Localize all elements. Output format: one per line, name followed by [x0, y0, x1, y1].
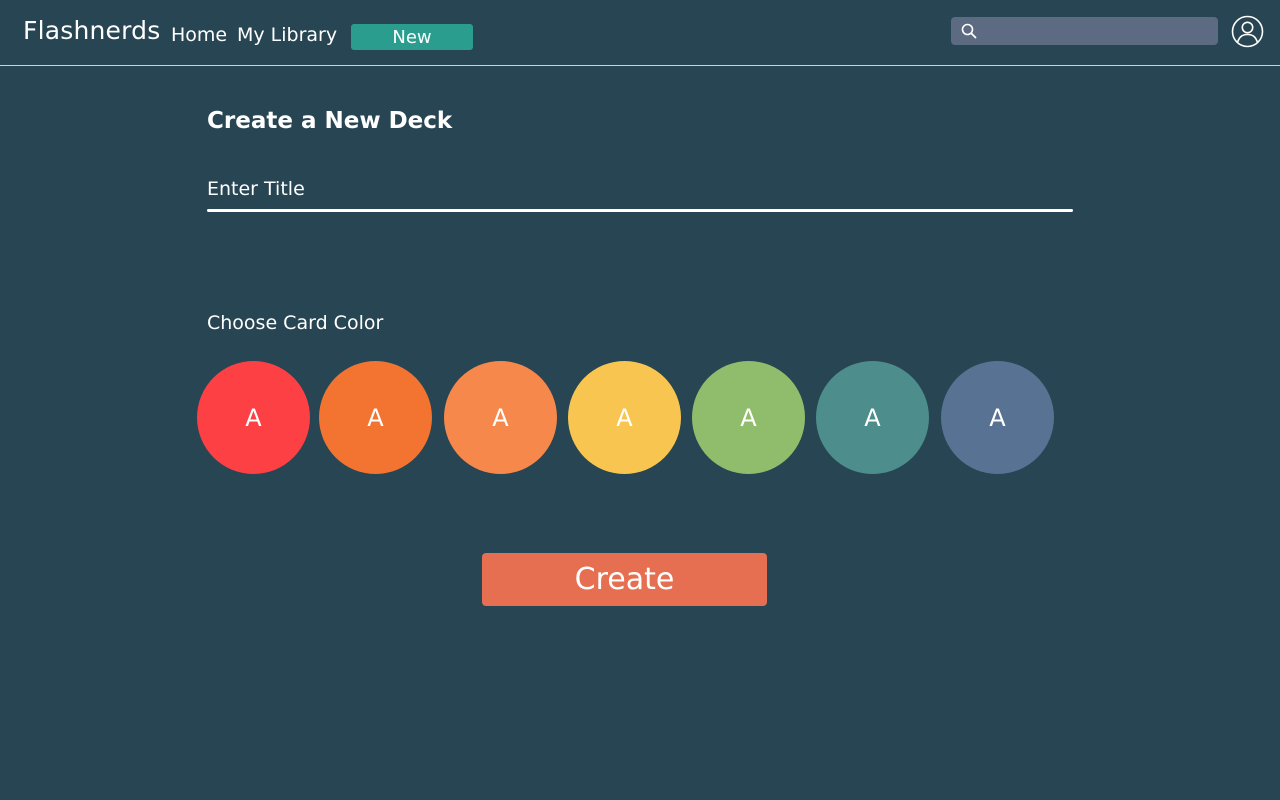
choose-color-label: Choose Card Color [207, 312, 384, 334]
color-swatch-light-orange[interactable]: A [444, 361, 557, 474]
create-button[interactable]: Create [482, 553, 767, 606]
brand-logo[interactable]: Flashnerds [23, 16, 160, 45]
top-navbar: Flashnerds Home My Library New [0, 0, 1280, 66]
color-swatch-slate-blue[interactable]: A [941, 361, 1054, 474]
color-swatch-green[interactable]: A [692, 361, 805, 474]
color-swatch-yellow[interactable]: A [568, 361, 681, 474]
color-swatch-orange[interactable]: A [319, 361, 432, 474]
color-swatch-red[interactable]: A [197, 361, 310, 474]
nav-my-library-link[interactable]: My Library [237, 24, 337, 46]
search-icon [961, 23, 977, 39]
title-underline [207, 209, 1073, 212]
nav-home-link[interactable]: Home [171, 24, 227, 46]
color-swatch-teal[interactable]: A [816, 361, 929, 474]
color-swatch-row: A A A A A A A [197, 361, 1067, 475]
user-circle-icon[interactable] [1231, 15, 1264, 48]
page: Flashnerds Home My Library New Create a … [0, 0, 1280, 800]
page-title: Create a New Deck [207, 108, 453, 134]
search-input[interactable] [983, 19, 1215, 45]
new-button[interactable]: New [351, 24, 473, 50]
deck-title-input[interactable] [207, 172, 1073, 206]
deck-title-field [207, 172, 1073, 212]
search-box[interactable] [951, 17, 1218, 45]
